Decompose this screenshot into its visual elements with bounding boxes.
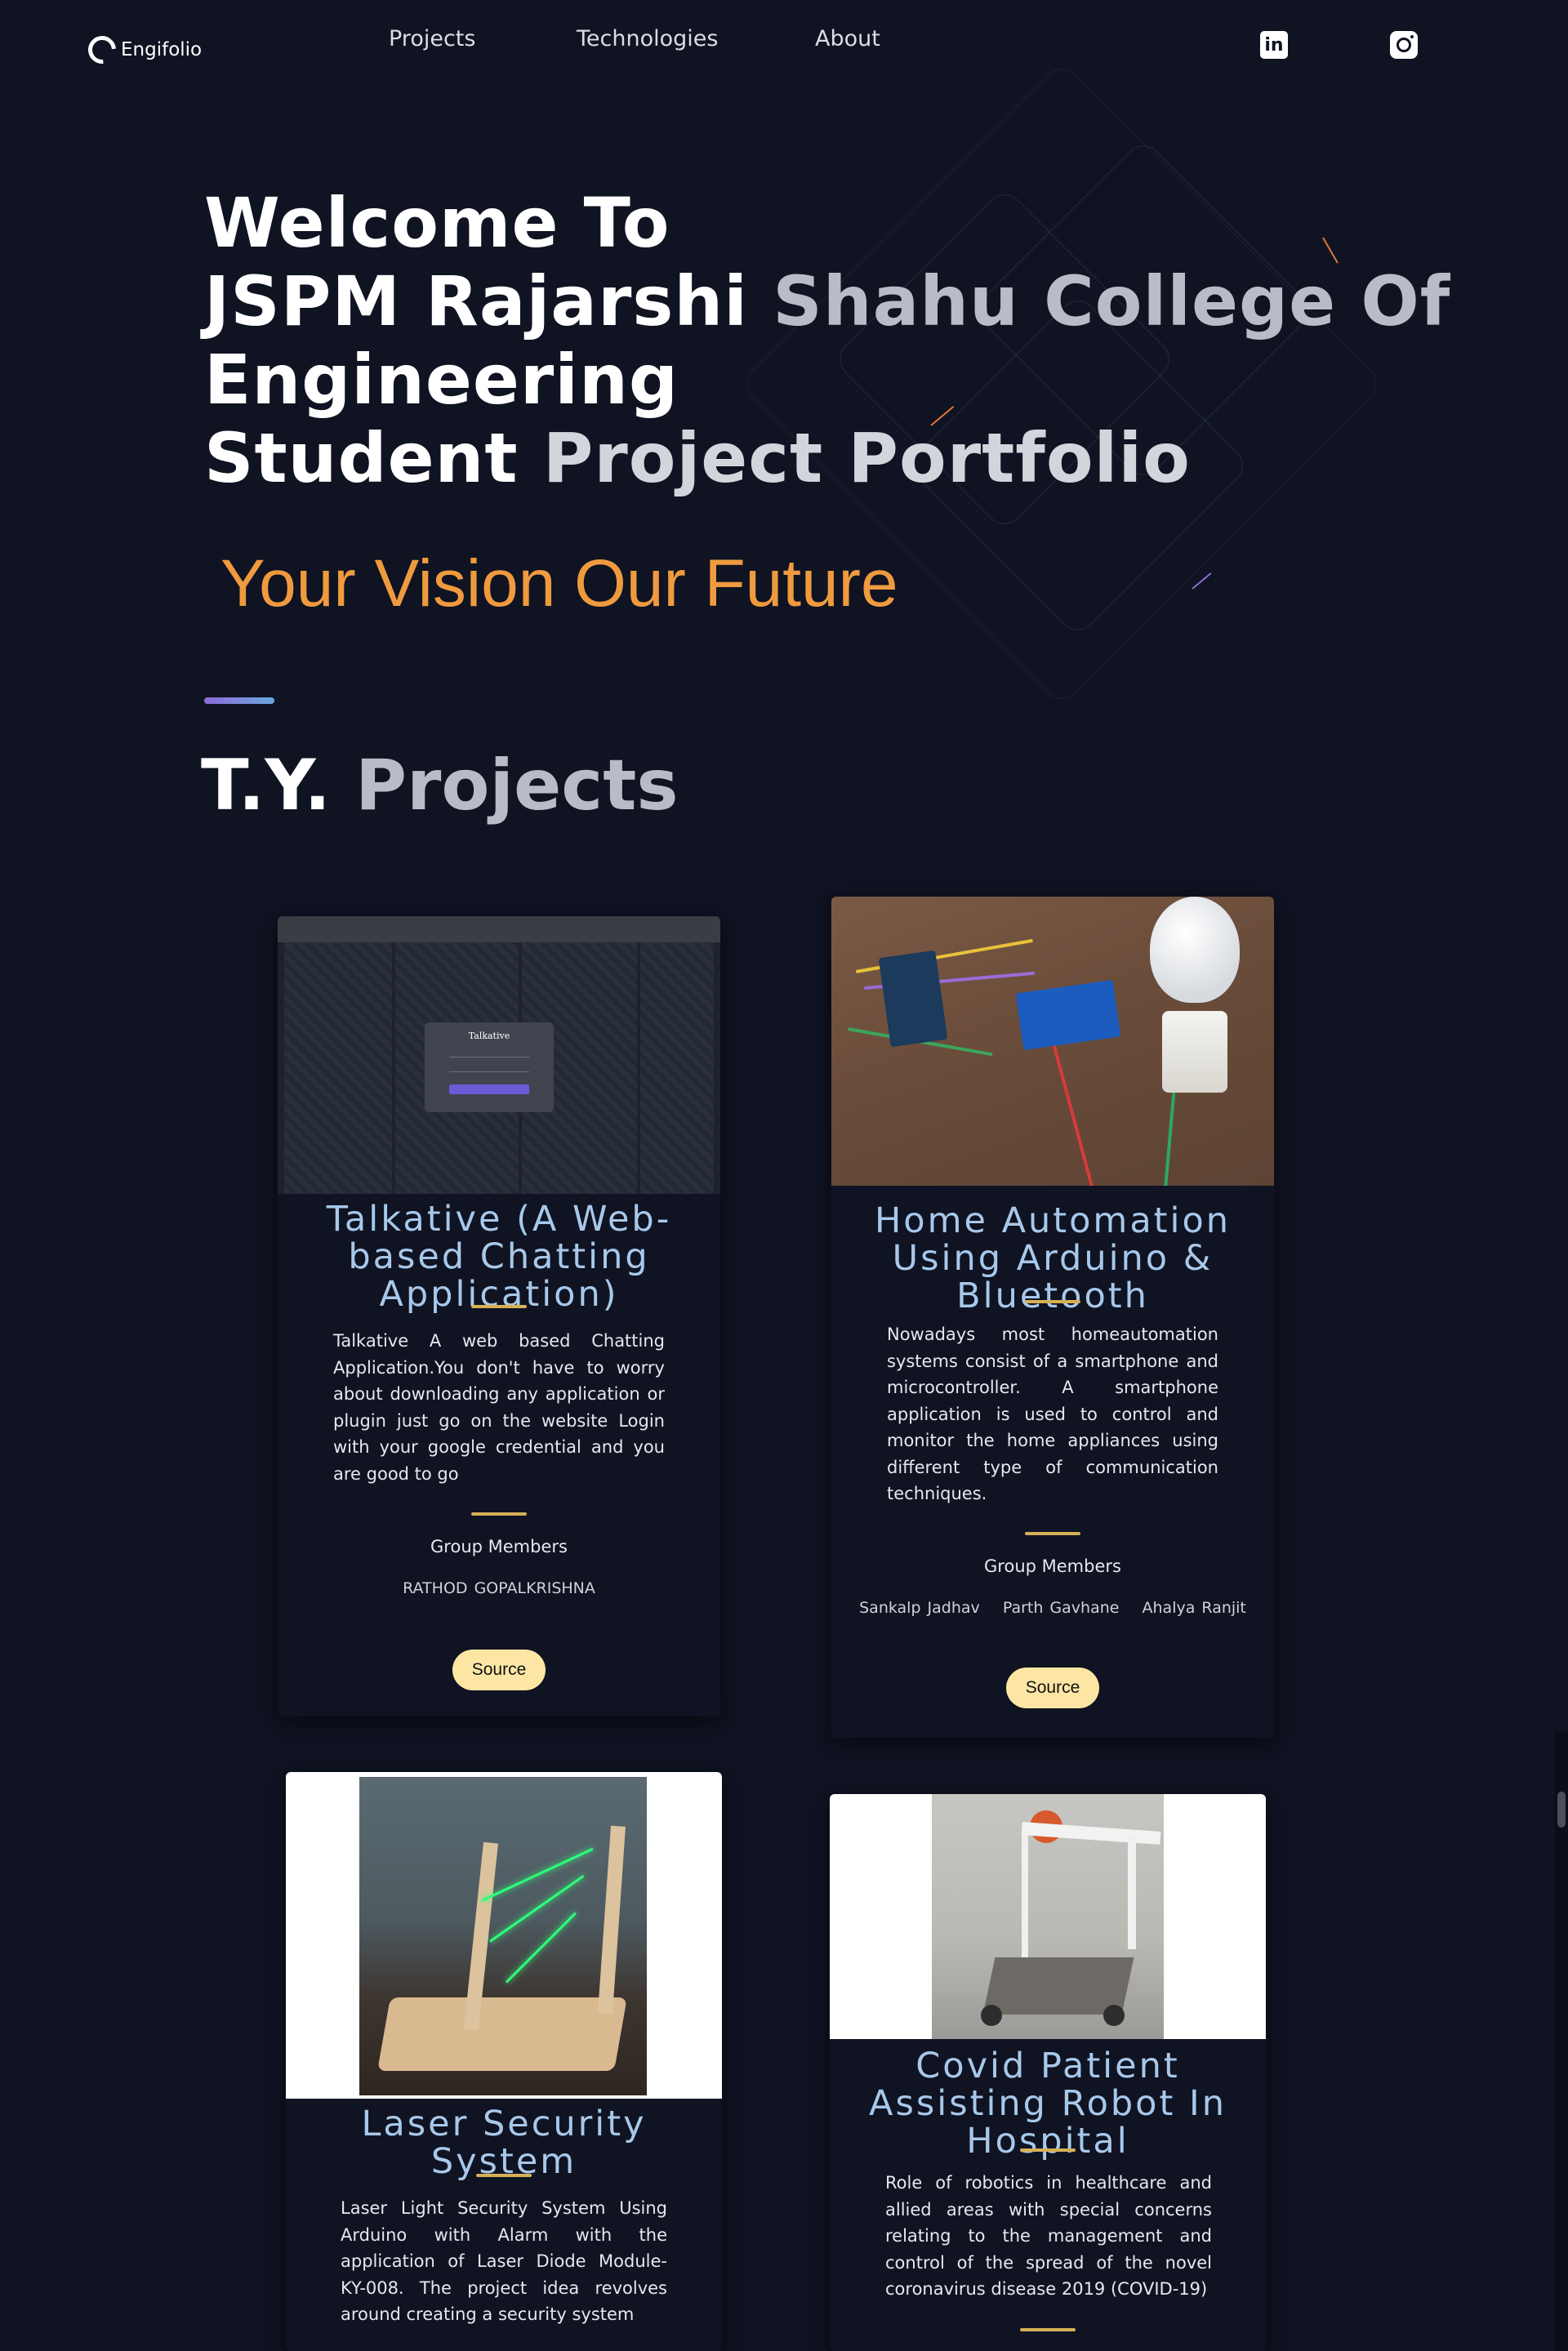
project-card-home-automation: Home Automation Using Arduino & Bluetoot… bbox=[831, 897, 1274, 1738]
nav-link-projects[interactable]: Projects bbox=[389, 26, 475, 51]
project-title: Home Automation Using Arduino & Bluetoot… bbox=[874, 1200, 1232, 1316]
group-members-list: RATHOD GOPALKRISHNA bbox=[278, 1579, 720, 1597]
page-scrollbar[interactable] bbox=[1555, 1731, 1568, 2351]
member-name: Sankalp Jadhav bbox=[859, 1599, 980, 1617]
section-title: T.Y. Projects bbox=[201, 745, 679, 826]
hero-line-4a: Student bbox=[204, 418, 543, 498]
group-members-label: Group Members bbox=[430, 1537, 568, 1556]
instagram-icon[interactable] bbox=[1390, 31, 1418, 59]
gold-divider bbox=[471, 1305, 527, 1308]
hero-line-4: Student Project Portfolio bbox=[204, 419, 1450, 497]
project-title: Laser Security System bbox=[361, 2104, 647, 2182]
talkative-login-preview: Talkative bbox=[425, 1022, 554, 1112]
project-image-covid-robot bbox=[830, 1794, 1266, 2039]
nav-link-about[interactable]: About bbox=[815, 26, 880, 51]
project-image-home-automation bbox=[831, 897, 1274, 1186]
hero-line-2: JSPM Rajarshi Shahu College Of bbox=[204, 262, 1450, 341]
gold-divider bbox=[1020, 2148, 1076, 2152]
project-card-laser-security: Laser Security System Laser Light Securi… bbox=[286, 1772, 722, 2351]
nav-link-technologies[interactable]: Technologies bbox=[577, 26, 718, 51]
member-name: Ahalya Ranjit bbox=[1142, 1599, 1246, 1617]
section-title-year: T.Y. bbox=[201, 745, 331, 826]
gold-divider bbox=[1025, 1532, 1080, 1535]
project-card-talkative: Talkative Talkative (A Web-based Chattin… bbox=[278, 916, 720, 1716]
gold-divider bbox=[1025, 1300, 1080, 1303]
project-title: Talkative (A Web-based Chatting Applicat… bbox=[326, 1199, 672, 1315]
section-accent-bar bbox=[204, 697, 274, 704]
gold-divider bbox=[471, 1512, 527, 1516]
talkative-preview-title: Talkative bbox=[468, 1031, 510, 1041]
project-image-talkative: Talkative bbox=[278, 916, 720, 1194]
project-description: Role of robotics in healthcare and allie… bbox=[885, 2173, 1212, 2299]
member-name: Parth Gavhane bbox=[1002, 1599, 1120, 1617]
hero-line-3: Engineering bbox=[204, 340, 679, 420]
linkedin-icon[interactable]: in bbox=[1260, 31, 1288, 59]
linkedin-icon-label: in bbox=[1264, 34, 1284, 56]
hero-line-1: Welcome To bbox=[204, 183, 670, 263]
browser-bar bbox=[278, 916, 720, 942]
gold-divider bbox=[1020, 2328, 1076, 2331]
brand-name: Engifolio bbox=[121, 39, 203, 60]
hero-tagline: Your Vision Our Future bbox=[220, 546, 898, 621]
hero-line-2a: JSPM Rajarshi bbox=[204, 261, 773, 341]
project-card-covid-robot: Covid Patient Assisting Robot In Hospita… bbox=[830, 1794, 1266, 2351]
source-button[interactable]: Source bbox=[1006, 1668, 1099, 1708]
source-button[interactable]: Source bbox=[452, 1650, 546, 1690]
project-description: Laser Light Security System Using Arduin… bbox=[341, 2198, 667, 2324]
member-name: RATHOD GOPALKRISHNA bbox=[403, 1579, 595, 1597]
group-members-list: Sankalp Jadhav Parth Gavhane Ahalya Ranj… bbox=[831, 1599, 1274, 1617]
group-members-label: Group Members bbox=[984, 1556, 1121, 1576]
scrollbar-thumb[interactable] bbox=[1557, 1792, 1566, 1828]
hero-line-4b: Project Portfolio bbox=[542, 418, 1191, 498]
project-title: Covid Patient Assisting Robot In Hospita… bbox=[869, 2046, 1227, 2162]
project-description: Nowadays most homeautomation systems con… bbox=[887, 1325, 1218, 1503]
engifolio-logo-icon bbox=[82, 30, 122, 69]
section-title-label: Projects bbox=[354, 745, 679, 826]
top-navbar: Engifolio Projects Technologies About in bbox=[0, 0, 1568, 90]
hero-heading: Welcome To JSPM Rajarshi Shahu College O… bbox=[204, 184, 1450, 497]
project-description: Talkative A web based Chatting Applicati… bbox=[333, 1331, 665, 1484]
project-image-laser-security bbox=[286, 1772, 722, 2099]
gold-divider bbox=[476, 2174, 532, 2177]
hero-line-2b: Shahu College Of bbox=[773, 261, 1451, 341]
brand-logo[interactable]: Engifolio bbox=[82, 30, 203, 69]
